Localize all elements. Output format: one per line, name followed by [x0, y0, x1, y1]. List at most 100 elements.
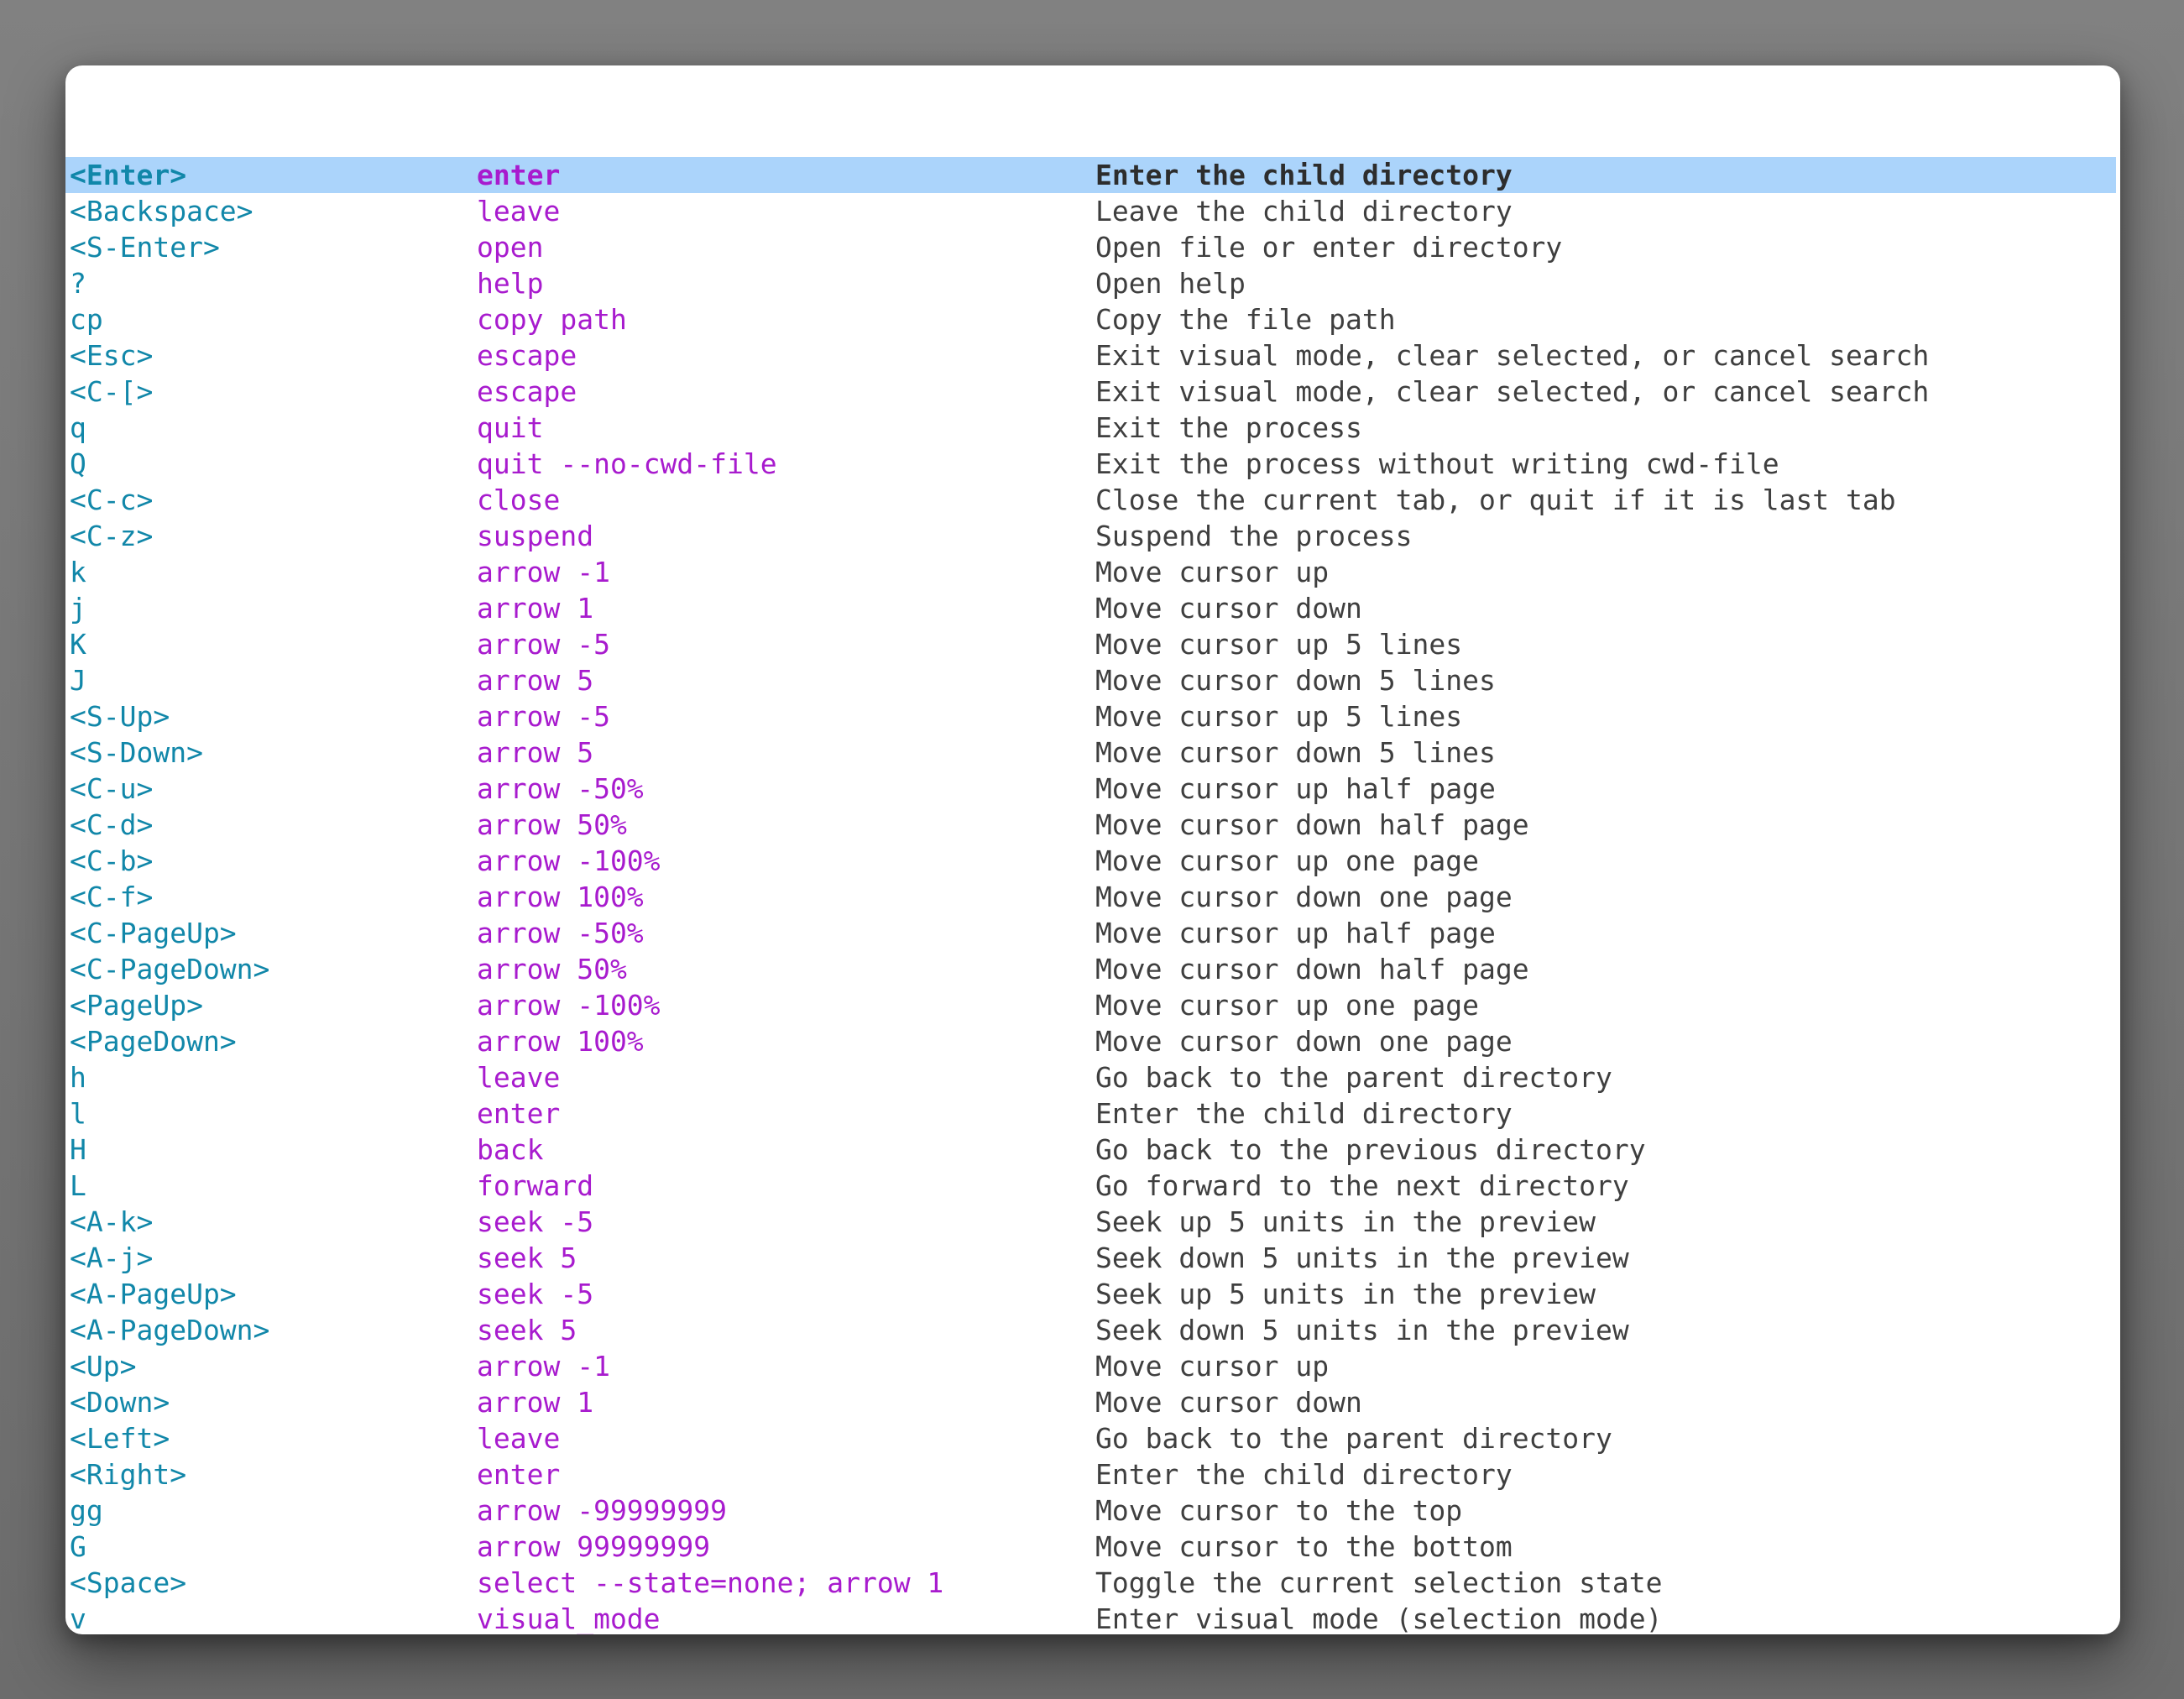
help-row-command: leave	[477, 1059, 560, 1095]
help-row-command: leave	[477, 193, 560, 229]
help-row-key: <C-d>	[70, 807, 153, 843]
help-row-description: Exit the process	[1095, 410, 1362, 446]
help-row[interactable]: <C-f>arrow 100%Move cursor down one page	[65, 879, 2116, 915]
help-row[interactable]: <Space>select --state=none; arrow 1Toggl…	[65, 1565, 2116, 1601]
help-row-command: arrow 100%	[477, 1023, 644, 1059]
help-row-key: <Esc>	[70, 337, 153, 374]
help-row[interactable]: Garrow 99999999Move cursor to the bottom	[65, 1529, 2116, 1565]
help-row[interactable]: <PageUp>arrow -100%Move cursor up one pa…	[65, 987, 2116, 1023]
help-row[interactable]: <Right>enterEnter the child directory	[65, 1456, 2116, 1493]
help-row-description: Move cursor down half page	[1095, 807, 1529, 843]
help-row-command: escape	[477, 374, 577, 410]
help-row[interactable]: ggarrow -99999999Move cursor to the top	[65, 1493, 2116, 1529]
help-row-key: L	[70, 1168, 86, 1204]
help-row[interactable]: jarrow 1Move cursor down	[65, 590, 2116, 626]
help-row-key: <A-PageUp>	[70, 1276, 237, 1312]
help-row-key: <S-Enter>	[70, 229, 220, 265]
help-row[interactable]: <Backspace>leaveLeave the child director…	[65, 193, 2116, 229]
help-row[interactable]: <C-PageUp>arrow -50%Move cursor up half …	[65, 915, 2116, 951]
help-row[interactable]: karrow -1Move cursor up	[65, 554, 2116, 590]
help-row-description: Move cursor to the top	[1095, 1493, 1462, 1529]
help-row[interactable]: <Up>arrow -1Move cursor up	[65, 1348, 2116, 1384]
help-row-key: q	[70, 410, 86, 446]
help-row[interactable]: <C-[>escapeExit visual mode, clear selec…	[65, 374, 2116, 410]
help-row-key: <Space>	[70, 1565, 186, 1601]
help-row[interactable]: <C-PageDown>arrow 50%Move cursor down ha…	[65, 951, 2116, 987]
help-row-key: <C-PageDown>	[70, 951, 269, 987]
help-row-description: Go back to the parent directory	[1095, 1059, 1612, 1095]
help-row[interactable]: Qquit --no-cwd-fileExit the process with…	[65, 446, 2116, 482]
help-row[interactable]: Karrow -5Move cursor up 5 lines	[65, 626, 2116, 662]
help-row-description: Move cursor up one page	[1095, 987, 1479, 1023]
help-row-description: Move cursor up	[1095, 554, 1329, 590]
help-row[interactable]: <C-z>suspendSuspend the process	[65, 518, 2116, 554]
help-row[interactable]: LforwardGo forward to the next directory	[65, 1168, 2116, 1204]
help-row[interactable]: <Left>leaveGo back to the parent directo…	[65, 1420, 2116, 1456]
help-row[interactable]: <A-j>seek 5Seek down 5 units in the prev…	[65, 1240, 2116, 1276]
help-row[interactable]: <PageDown> arrow 100% Move cursor down one…	[65, 1023, 2116, 1059]
help-row-command: arrow 50%	[477, 807, 627, 843]
help-row-key: <C-f>	[70, 879, 153, 915]
help-row-key: H	[70, 1132, 86, 1168]
help-row-description: Exit the process without writing cwd-fil…	[1095, 446, 1779, 482]
help-row[interactable]: <S-Down>arrow 5Move cursor down 5 lines	[65, 734, 2116, 771]
help-row[interactable]: Jarrow 5Move cursor down 5 lines	[65, 662, 2116, 698]
help-row-command: arrow -5	[477, 698, 610, 734]
help-row-key: <Right>	[70, 1456, 186, 1493]
help-row[interactable]: cpcopy pathCopy the file path	[65, 301, 2116, 337]
help-row-command: open	[477, 229, 543, 265]
help-row[interactable]: <Enter>enterEnter the child directory	[65, 157, 2116, 193]
help-row-description: Exit visual mode, clear selected, or can…	[1095, 337, 1929, 374]
help-row-description: Move cursor to the bottom	[1095, 1529, 1513, 1565]
help-row[interactable]: <S-Up>arrow -5Move cursor up 5 lines	[65, 698, 2116, 734]
help-row-command: arrow -100%	[477, 843, 661, 879]
help-row-description: Move cursor up half page	[1095, 915, 1496, 951]
help-table: <Enter>enterEnter the child directory<Ba…	[65, 157, 2120, 1634]
help-row-command: enter	[477, 1095, 560, 1132]
help-row[interactable]: <A-PageUp>seek -5Seek up 5 units in the …	[65, 1276, 2116, 1312]
help-row[interactable]: vvisual_modeEnter visual mode (selection…	[65, 1601, 2116, 1634]
help-row[interactable]: hleaveGo back to the parent directory	[65, 1059, 2116, 1095]
help-row-command: arrow -1	[477, 1348, 610, 1384]
help-row[interactable]: <C-d> arrow 50% Move cursor down half page	[65, 807, 2116, 843]
help-row[interactable]: lenterEnter the child directory	[65, 1095, 2116, 1132]
help-row[interactable]: qquitExit the process	[65, 410, 2116, 446]
help-row[interactable]: <S-Enter>openOpen file or enter director…	[65, 229, 2116, 265]
help-row[interactable]: HbackGo back to the previous directory	[65, 1132, 2116, 1168]
help-row-command: arrow -5	[477, 626, 610, 662]
help-row-key: K	[70, 626, 86, 662]
help-row-command: seek -5	[477, 1276, 593, 1312]
help-row-command: quit --no-cwd-file	[477, 446, 777, 482]
help-row-description: Open help	[1095, 265, 1246, 301]
help-row-key: G	[70, 1529, 86, 1565]
help-row-command: arrow 1	[477, 590, 593, 626]
help-row-command: arrow 5	[477, 734, 593, 771]
help-row-key: <C-b>	[70, 843, 153, 879]
help-menu: <Enter>enterEnter the child directory<Ba…	[65, 65, 2120, 1634]
help-row[interactable]: <Esc>escapeExit visual mode, clear selec…	[65, 337, 2116, 374]
help-row-command: arrow 1	[477, 1384, 593, 1420]
help-row[interactable]: <Down>arrow 1Move cursor down	[65, 1384, 2116, 1420]
help-row[interactable]: <A-k>seek -5Seek up 5 units in the previ…	[65, 1204, 2116, 1240]
help-row[interactable]: <A-PageDown>seek 5Seek down 5 units in t…	[65, 1312, 2116, 1348]
help-row-key: <PageDown>	[70, 1023, 237, 1059]
help-row-command: arrow -50%	[477, 771, 644, 807]
help-row[interactable]: <C-c>closeClose the current tab, or quit…	[65, 482, 2116, 518]
help-row-command: arrow -1	[477, 554, 610, 590]
help-row-description: Toggle the current selection state	[1095, 1565, 1663, 1601]
help-row-key: <Up>	[70, 1348, 136, 1384]
help-row-key: <C-u>	[70, 771, 153, 807]
help-row-command: forward	[477, 1168, 593, 1204]
help-row-command: copy path	[477, 301, 627, 337]
help-row-description: Move cursor down one page	[1095, 1023, 1513, 1059]
help-row-key: j	[70, 590, 86, 626]
help-row[interactable]: <C-u> arrow -50% Move cursor up half page	[65, 771, 2116, 807]
help-row-description: Suspend the process	[1095, 518, 1413, 554]
help-row-description: Copy the file path	[1095, 301, 1396, 337]
help-row-key: v	[70, 1601, 86, 1634]
help-row-command: close	[477, 482, 560, 518]
help-row[interactable]: ?helpOpen help	[65, 265, 2116, 301]
help-row-key: <C-[>	[70, 374, 153, 410]
help-row-description: Move cursor up half page	[1095, 771, 1496, 807]
help-row[interactable]: <C-b>arrow -100%Move cursor up one page	[65, 843, 2116, 879]
